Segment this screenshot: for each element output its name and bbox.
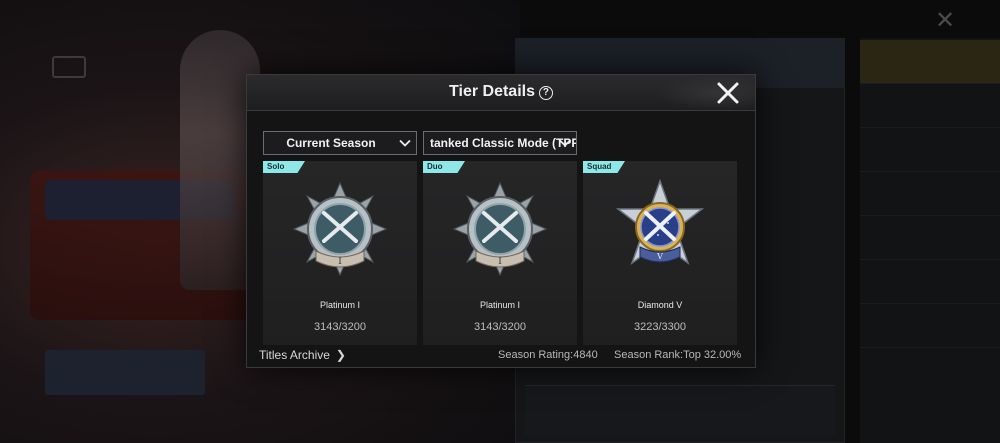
modal-title-text: Tier Details bbox=[449, 83, 535, 100]
background-menu-icon bbox=[52, 56, 86, 78]
card-mode-tag: Duo bbox=[423, 161, 465, 173]
background-sidebar-item bbox=[860, 304, 1000, 348]
solo-tier-card[interactable]: Solo I Platinum I 3143/3200 bbox=[263, 161, 417, 345]
card-tier-name: Diamond V bbox=[637, 300, 683, 310]
background-stats-row bbox=[525, 385, 835, 435]
background-sidebar-item bbox=[860, 40, 1000, 84]
platinum-badge-icon: I bbox=[292, 181, 388, 277]
tier-details-modal: Tier Details? Current Season tanked Clas… bbox=[246, 74, 756, 368]
help-icon[interactable]: ? bbox=[538, 86, 553, 100]
titles-archive-label: Titles Archive bbox=[259, 348, 330, 362]
close-icon bbox=[717, 82, 739, 104]
modal-title: Tier Details? bbox=[247, 83, 755, 101]
background-sidebar-item bbox=[860, 172, 1000, 216]
chevron-down-icon bbox=[399, 139, 411, 147]
card-mode-tag: Squad bbox=[583, 161, 625, 173]
chevron-down-icon bbox=[559, 139, 571, 147]
modal-header: Tier Details? bbox=[247, 75, 755, 111]
background-banner bbox=[45, 350, 205, 395]
background-close-icon: ✕ bbox=[935, 7, 956, 34]
svg-text:V: V bbox=[656, 252, 663, 261]
mode-dropdown-value: tanked Classic Mode (TPP bbox=[430, 136, 577, 150]
background-sidebar-item bbox=[860, 128, 1000, 172]
card-tier-score: 3143/3200 bbox=[314, 321, 366, 333]
season-rating: Season Rating:4840 bbox=[498, 349, 598, 361]
svg-text:I: I bbox=[498, 257, 502, 267]
season-rank: Season Rank:Top 32.00% bbox=[614, 349, 742, 361]
background-sidebar-item bbox=[860, 84, 1000, 128]
card-tier-score: 3223/3300 bbox=[634, 321, 686, 333]
titles-archive-link[interactable]: Titles Archive ❯ bbox=[259, 348, 346, 362]
card-tier-score: 3143/3200 bbox=[474, 321, 526, 333]
squad-tier-card[interactable]: Squad V Diamond V 3223/3300 bbox=[583, 161, 737, 345]
season-dropdown-value: Current Season bbox=[286, 136, 376, 150]
mode-dropdown[interactable]: tanked Classic Mode (TPP bbox=[423, 131, 577, 155]
card-tier-name: Platinum I bbox=[319, 300, 361, 310]
background-sidebar-item bbox=[860, 216, 1000, 260]
chevron-right-icon: ❯ bbox=[335, 348, 346, 362]
duo-tier-card[interactable]: Duo I Platinum I 3143/3200 bbox=[423, 161, 577, 345]
platinum-badge-icon: I bbox=[452, 181, 548, 277]
diamond-badge-icon: V bbox=[615, 179, 705, 265]
close-button[interactable] bbox=[715, 80, 741, 106]
season-dropdown[interactable]: Current Season bbox=[263, 131, 417, 155]
background-sidebar-item bbox=[860, 260, 1000, 304]
card-tier-name: Platinum I bbox=[479, 300, 521, 310]
card-mode-tag: Solo bbox=[263, 161, 305, 173]
svg-text:I: I bbox=[338, 257, 342, 267]
